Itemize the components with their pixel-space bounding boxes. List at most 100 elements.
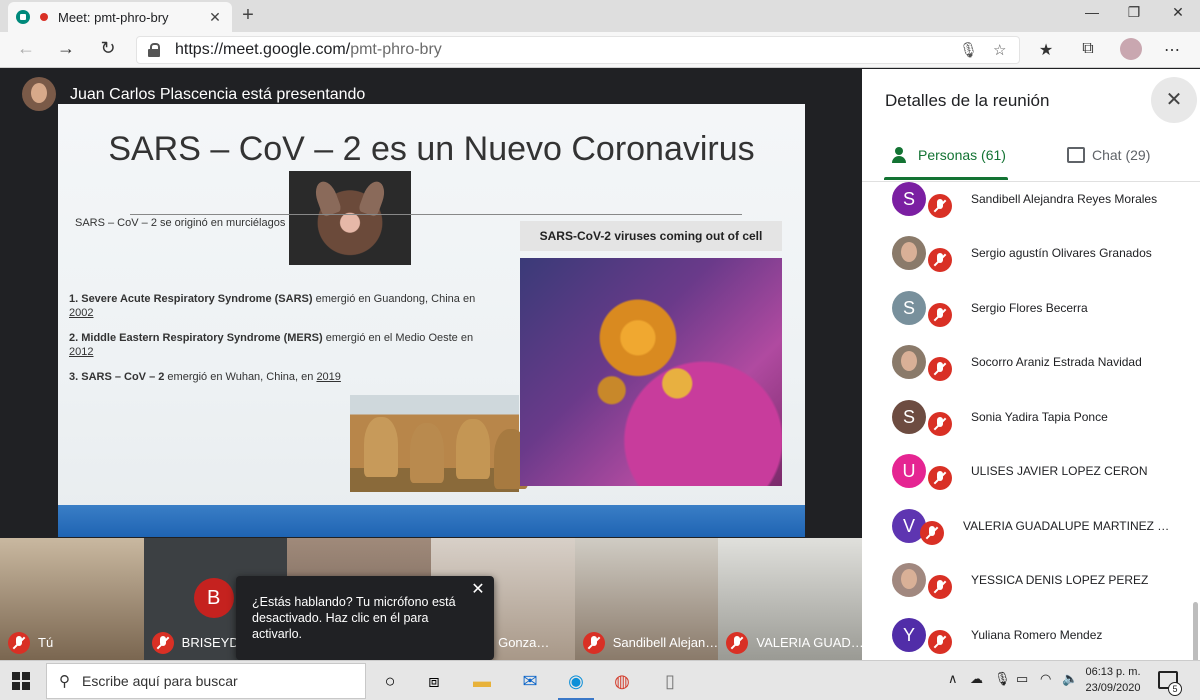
mic-off-icon <box>928 575 952 599</box>
battery-icon[interactable]: ▭ <box>1016 671 1028 687</box>
tab-chat-label: Chat (29) <box>1092 147 1151 163</box>
tab-close-icon[interactable]: ✕ <box>206 9 224 26</box>
tooltip-text: ¿Estás hablando? Tu micrófono está desac… <box>252 595 456 641</box>
participant-tile[interactable]: Tú <box>0 538 144 660</box>
url-field[interactable]: https://meet.google.com/pmt-phro-bry 🎙 ☆ <box>136 36 1020 64</box>
new-tab-icon[interactable]: + <box>236 4 260 27</box>
camels-image <box>350 395 519 492</box>
microphone-icon[interactable]: 🎙 <box>959 41 978 59</box>
participant-initial-avatar: B <box>193 578 234 618</box>
mic-off-icon <box>928 630 952 654</box>
star-icon[interactable]: ☆ <box>993 41 1006 59</box>
participant-tile[interactable]: VALERIA GUAD… <box>718 538 863 660</box>
wifi-icon[interactable]: ◠ <box>1040 671 1051 687</box>
collections-icon[interactable]: ⧉ <box>1076 40 1100 58</box>
cortana-icon[interactable]: ○ <box>378 669 402 693</box>
tooltip-close-icon[interactable]: ✕ <box>470 582 486 598</box>
meeting-details-panel: Detalles de la reunión ✕ Personas (61) C… <box>862 69 1200 660</box>
clock[interactable]: 06:13 p. m. 23/09/2020 <box>1080 664 1146 696</box>
slide-note: SARS – CoV – 2 se originó en murciélagos <box>75 217 286 229</box>
bat-image <box>289 171 411 265</box>
panel-title: Detalles de la reunión <box>885 91 1050 110</box>
panel-close-icon[interactable]: ✕ <box>1151 77 1197 123</box>
presentation-slide: SARS – CoV – 2 es un Nuevo Coronavirus S… <box>58 104 805 537</box>
mic-off-icon[interactable] <box>582 632 605 654</box>
mic-off-icon <box>928 248 952 272</box>
address-bar: ← → ↻ https://meet.google.com/pmt-phro-b… <box>0 32 1200 68</box>
participant-avatar: S <box>892 182 926 216</box>
forward-icon[interactable]: → <box>52 38 80 59</box>
participant-avatar: U <box>892 454 926 488</box>
mic-muted-tooltip[interactable]: ¿Estás hablando? Tu micrófono está desac… <box>236 576 494 660</box>
participant-row[interactable]: S Sergio Flores Becerra <box>862 291 1182 345</box>
scrollbar[interactable] <box>1193 602 1198 660</box>
search-placeholder: Escribe aquí para buscar <box>82 673 238 689</box>
participant-avatar <box>892 236 926 270</box>
tab-people[interactable]: Personas (61) <box>862 139 1031 181</box>
mic-off-icon[interactable] <box>8 632 30 654</box>
restore-icon[interactable]: ❐ <box>1114 4 1154 21</box>
presenter-avatar <box>22 77 56 111</box>
show-hidden-icons-icon[interactable]: ∧ <box>948 671 958 687</box>
participant-avatar: S <box>892 291 926 325</box>
document-icon[interactable]: ▯ <box>658 669 682 693</box>
tab-chat[interactable]: Chat (29) <box>1031 139 1200 181</box>
participant-name: YESSICA DENIS LOPEZ PEREZ <box>971 573 1149 587</box>
edge-icon[interactable]: ◉ <box>558 669 594 700</box>
participant-row[interactable]: Sergio agustín Olivares Granados <box>862 236 1182 290</box>
participant-name: Sergio agustín Olivares Granados <box>971 246 1152 260</box>
window-close-icon[interactable]: ✕ <box>1158 4 1198 21</box>
mic-off-icon <box>928 357 952 381</box>
favorites-icon[interactable]: ★ <box>1034 40 1058 60</box>
onedrive-icon[interactable]: ☁ <box>970 671 983 687</box>
task-view-icon[interactable]: ⧈ <box>422 669 446 693</box>
taskbar-search-input[interactable]: ⚲ Escribe aquí para buscar <box>46 663 366 699</box>
participant-name: ULISES JAVIER LOPEZ CERON <box>971 464 1148 478</box>
browser-tab[interactable]: Meet: pmt-phro-bry ✕ <box>8 2 232 32</box>
people-icon <box>892 147 914 163</box>
profile-avatar[interactable] <box>1120 38 1142 60</box>
url-path: pmt-phro-bry <box>350 41 442 58</box>
participant-row[interactable]: Socorro Araniz Estrada Navidad <box>862 345 1182 399</box>
tab-people-label: Personas (61) <box>918 147 1006 163</box>
participant-name: Sergio Flores Becerra <box>971 301 1088 315</box>
windows-start-icon[interactable] <box>12 672 30 690</box>
participant-tile-name: BRISEYD <box>181 635 239 650</box>
chrome-icon[interactable]: ◍ <box>610 669 634 693</box>
participant-tile-name: Sandibell Alejan… <box>612 635 719 650</box>
volume-icon[interactable]: 🔈 <box>1062 671 1078 687</box>
more-menu-icon[interactable]: ⋯ <box>1160 40 1184 60</box>
participant-row[interactable]: S Sandibell Alejandra Reyes Morales <box>862 182 1182 236</box>
mail-icon[interactable]: ✉ <box>518 669 542 693</box>
participant-row[interactable]: YESSICA DENIS LOPEZ PEREZ <box>862 563 1182 617</box>
participant-tile-name: VALERIA GUAD… <box>756 635 863 650</box>
participant-row[interactable]: V VALERIA GUADALUPE MARTINEZ MO... <box>862 509 1182 563</box>
minimize-icon[interactable]: — <box>1072 4 1112 20</box>
mic-off-icon[interactable] <box>726 632 749 654</box>
search-icon: ⚲ <box>59 673 70 690</box>
slide-footer-bar <box>58 505 805 537</box>
participant-avatar <box>892 563 926 597</box>
participant-tile[interactable]: Sandibell Alejan… <box>574 538 719 660</box>
mic-off-icon <box>928 412 952 436</box>
mic-off-icon <box>920 521 944 545</box>
tab-title: Meet: pmt-phro-bry <box>58 9 169 25</box>
participant-list: S Sandibell Alejandra Reyes Morales Serg… <box>862 182 1200 660</box>
microphone-tray-icon[interactable]: 🎙 <box>994 671 1011 687</box>
mic-off-icon[interactable] <box>151 632 174 654</box>
virus-caption: SARS-CoV-2 viruses coming out of cell <box>520 221 782 251</box>
participant-name: Socorro Araniz Estrada Navidad <box>971 355 1142 369</box>
file-explorer-icon[interactable]: ▬ <box>470 669 494 693</box>
back-icon[interactable]: ← <box>12 38 40 59</box>
participant-tile-name: Tú <box>38 635 54 650</box>
active-tab-indicator <box>884 177 1008 180</box>
participant-row[interactable]: U ULISES JAVIER LOPEZ CERON <box>862 454 1182 508</box>
participant-name: Sonia Yadira Tapia Ponce <box>971 410 1108 424</box>
slide-list-item: 3. SARS – CoV – 2 emergió en Wuhan, Chin… <box>69 371 341 383</box>
reload-icon[interactable]: ↻ <box>94 38 122 59</box>
participant-row[interactable]: Y Yuliana Romero Mendez <box>862 618 1182 660</box>
meet-favicon-icon <box>16 10 30 24</box>
slide-list-item: 1. Severe Acute Respiratory Syndrome (SA… <box>69 293 476 319</box>
url-host: https://meet.google.com/ <box>175 41 351 58</box>
participant-row[interactable]: S Sonia Yadira Tapia Ponce <box>862 400 1182 454</box>
